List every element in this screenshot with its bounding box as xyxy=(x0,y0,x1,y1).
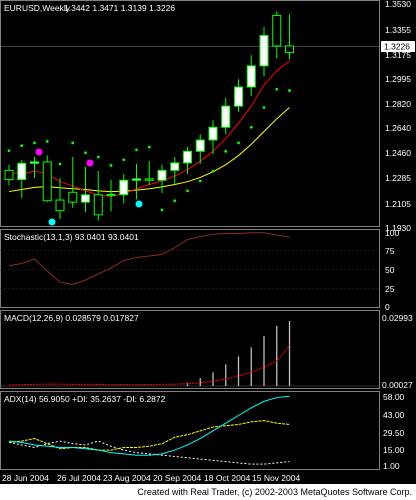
ohlc-label: 1.3442 1.3471 1.3139 1.3226 xyxy=(64,3,175,13)
candle-body xyxy=(119,179,129,196)
price-tick: 1.3530 xyxy=(385,0,411,9)
sar-dot xyxy=(7,149,11,153)
adx-tick: 43.00 xyxy=(383,410,405,420)
candle-body xyxy=(144,178,154,181)
candle-body xyxy=(106,193,116,196)
candle-body xyxy=(4,169,14,181)
sar-dot xyxy=(84,151,87,155)
stochastic-label: Stochastic(13,1,3) 93.0401 93.0401 xyxy=(4,232,139,242)
symbol-label: EURUSD,Weekly xyxy=(4,3,71,13)
candle-body xyxy=(157,169,167,181)
sar-dot xyxy=(71,141,75,145)
time-tick: 23 Aug 2004 xyxy=(103,473,151,483)
candle-body xyxy=(246,65,256,88)
price-tick: 1.2105 xyxy=(385,199,411,209)
candle-body xyxy=(195,139,205,152)
price-tick: 1.2285 xyxy=(385,173,411,183)
sar-dot xyxy=(262,106,266,109)
stoch-tick: 75 xyxy=(385,246,395,256)
sar-dot xyxy=(198,179,202,183)
candle-body xyxy=(183,150,192,164)
fractal-down-marker xyxy=(135,200,143,208)
candle-body xyxy=(81,194,90,203)
sar-dot xyxy=(109,164,113,167)
sar-dot xyxy=(58,162,62,166)
chart-window: EURUSD,Weekly 1.3442 1.3471 1.3139 1.322… xyxy=(0,0,416,500)
trading-chart[interactable]: EURUSD,Weekly 1.3442 1.3471 1.3139 1.322… xyxy=(0,0,416,484)
sar-dot xyxy=(96,155,100,159)
price-tick: 1.2460 xyxy=(385,148,411,158)
sar-dot xyxy=(173,199,177,203)
sar-dot xyxy=(160,208,164,212)
sar-dot xyxy=(288,89,291,92)
adx-tick: 58.00 xyxy=(383,392,405,402)
candle-body xyxy=(30,161,39,164)
chart-background xyxy=(0,0,416,484)
candle-body xyxy=(221,105,231,128)
time-tick: 26 Jul 2004 xyxy=(57,473,101,483)
stoch-tick: 50 xyxy=(385,265,395,275)
stoch-tick: 0 xyxy=(385,302,390,312)
sar-dot xyxy=(135,148,138,152)
sar-dot xyxy=(186,189,189,193)
candle-body xyxy=(42,161,52,202)
sar-dot xyxy=(20,144,24,148)
candle-body xyxy=(68,191,78,203)
current-price-label: 1.3226 xyxy=(384,42,410,52)
sar-dot xyxy=(211,169,215,173)
time-tick: 15 Nov 2004 xyxy=(252,473,300,483)
price-tick: 1.2820 xyxy=(385,99,411,109)
time-tick: 28 Jun 2004 xyxy=(2,473,49,483)
stoch-tick: 100 xyxy=(385,228,399,238)
adx-tick: 15.00 xyxy=(383,445,405,455)
candle-body xyxy=(234,86,243,107)
candle-body xyxy=(272,14,282,47)
macd-tick: 0.00027 xyxy=(382,380,413,390)
sar-dot xyxy=(147,145,151,149)
price-tick: 1.2995 xyxy=(385,74,411,84)
adx-tick: 29.50 xyxy=(383,428,405,438)
fractal-up-marker xyxy=(86,159,94,167)
time-tick: 20 Sep 2004 xyxy=(153,473,201,483)
fractal-up-marker xyxy=(35,148,43,156)
fractal-down-marker xyxy=(48,218,56,226)
sar-dot xyxy=(249,125,253,129)
price-tick: 1.2640 xyxy=(385,123,411,133)
sar-dot xyxy=(45,140,49,143)
sar-dot xyxy=(275,87,279,91)
macd-label: MACD(12,26,9) 0.028579 0.017827 xyxy=(4,313,139,323)
sar-dot xyxy=(33,141,36,145)
adx-tick: 1.00 xyxy=(383,461,400,471)
credit-footer: Created with Real Trader, (c) 2002-2003 … xyxy=(0,484,416,500)
sar-dot xyxy=(237,141,240,145)
candle-body xyxy=(170,162,180,171)
candle-body xyxy=(259,34,269,67)
adx-label: ADX(14) 56.9050 +DI: 35.2637 -DI: 6.2872 xyxy=(4,394,166,404)
candle-body xyxy=(285,45,294,53)
candle-body xyxy=(93,194,103,216)
candle-body xyxy=(17,162,27,181)
sar-dot xyxy=(122,158,126,162)
sar-dot xyxy=(224,149,228,153)
stoch-tick: 25 xyxy=(385,284,395,294)
time-tick: 18 Oct 2004 xyxy=(204,473,251,483)
candle-body xyxy=(208,126,218,141)
macd-tick: 0.02993 xyxy=(382,313,413,323)
price-tick: 1.3355 xyxy=(385,25,411,35)
candle-body xyxy=(55,199,65,212)
candle-body xyxy=(132,178,141,181)
